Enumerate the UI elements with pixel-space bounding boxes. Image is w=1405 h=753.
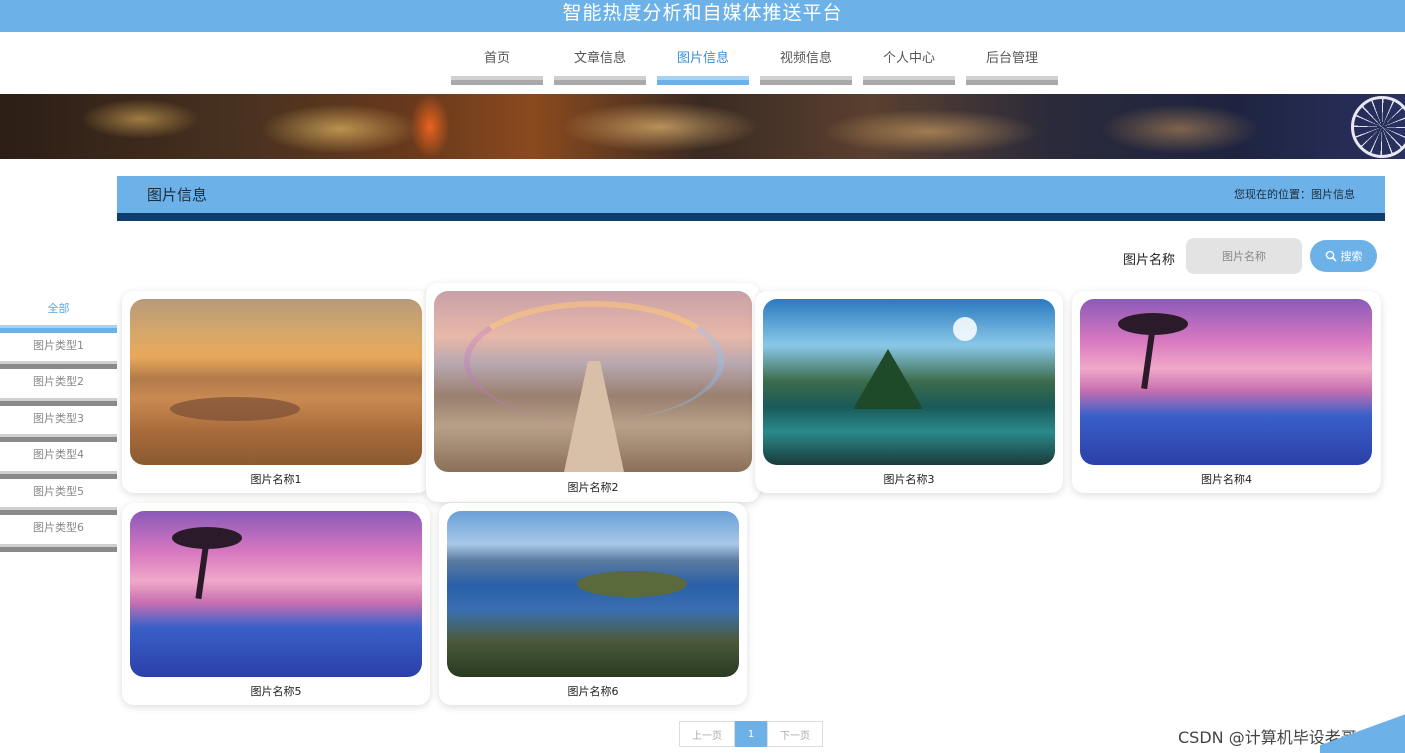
nav-item-images[interactable]: 图片信息 bbox=[657, 40, 749, 85]
banner-light bbox=[820, 109, 1040, 154]
search-button-label: 搜索 bbox=[1340, 250, 1363, 263]
search-button[interactable]: 搜索 bbox=[1310, 240, 1377, 272]
nav-item-label: 个人中心 bbox=[882, 51, 935, 66]
image-card-label: 图片名称3 bbox=[883, 473, 935, 486]
section-title: 图片信息 bbox=[147, 186, 208, 204]
palm-leaves-shape bbox=[172, 527, 242, 549]
sidebar-item-label: 图片类型4 bbox=[33, 448, 84, 461]
nav-item-videos[interactable]: 视频信息 bbox=[760, 40, 852, 85]
sidebar-item-underline bbox=[0, 324, 117, 333]
page-number-current[interactable]: 1 bbox=[735, 721, 767, 747]
sidebar-item-type-4[interactable]: 图片类型4 bbox=[0, 442, 117, 479]
search-label: 图片名称 bbox=[1123, 253, 1176, 268]
image-card[interactable]: 图片名称6 bbox=[439, 503, 747, 705]
nav-item-underline bbox=[451, 76, 543, 85]
nav-item-admin[interactable]: 后台管理 bbox=[966, 40, 1058, 85]
sidebar-item-type-5[interactable]: 图片类型5 bbox=[0, 479, 117, 515]
category-sidebar: 全部 图片类型1 图片类型2 图片类型3 图片类型4 图片类型5 图片类型6 bbox=[0, 296, 117, 552]
city-night-banner bbox=[0, 94, 1405, 159]
nav-item-underline bbox=[966, 76, 1058, 85]
image-card[interactable]: 图片名称4 bbox=[1072, 291, 1381, 493]
sidebar-item-type-3[interactable]: 图片类型3 bbox=[0, 406, 117, 442]
sidebar-item-underline bbox=[0, 543, 117, 552]
search-icon bbox=[1325, 250, 1337, 262]
nav-item-label: 首页 bbox=[483, 51, 510, 66]
palm-leaves-shape bbox=[1118, 313, 1188, 335]
image-card-label: 图片名称5 bbox=[250, 685, 302, 698]
sidebar-item-underline bbox=[0, 507, 117, 515]
nav-item-profile[interactable]: 个人中心 bbox=[863, 40, 955, 85]
image-card[interactable]: 图片名称2 bbox=[426, 283, 760, 502]
sidebar-item-all[interactable]: 全部 bbox=[0, 296, 117, 333]
nav-item-home[interactable]: 首页 bbox=[451, 40, 543, 85]
image-card[interactable]: 图片名称1 bbox=[122, 291, 430, 493]
nav-item-label: 视频信息 bbox=[779, 51, 832, 66]
next-page-button[interactable]: 下一页 bbox=[767, 721, 823, 747]
image-card[interactable]: 图片名称3 bbox=[755, 291, 1063, 493]
island-shape bbox=[577, 571, 687, 597]
nav-item-label: 后台管理 bbox=[985, 51, 1038, 66]
sidebar-item-label: 图片类型2 bbox=[33, 375, 84, 388]
prev-page-button[interactable]: 上一页 bbox=[679, 721, 735, 747]
banner-light bbox=[80, 99, 200, 139]
nav-item-label: 图片信息 bbox=[676, 51, 729, 66]
nav-item-underline bbox=[657, 76, 749, 85]
sidebar-item-type-6[interactable]: 图片类型6 bbox=[0, 515, 117, 552]
ferris-wheel-icon bbox=[1351, 96, 1405, 158]
pagination: 上一页 1 下一页 bbox=[679, 721, 823, 747]
tree-island-shape bbox=[853, 349, 923, 409]
image-thumbnail-sunset-clouds bbox=[130, 299, 422, 465]
site-title: 智能热度分析和自媒体推送平台 bbox=[562, 2, 843, 24]
image-thumbnail-palm-sunset-pool bbox=[1080, 299, 1372, 465]
image-card[interactable]: 图片名称5 bbox=[122, 503, 430, 705]
title-bar: 智能热度分析和自媒体推送平台 bbox=[0, 0, 1405, 32]
image-thumbnail-palm-sunset-pool bbox=[130, 511, 422, 677]
nav-item-underline bbox=[554, 76, 646, 85]
sidebar-item-label: 图片类型6 bbox=[33, 521, 84, 534]
image-card-label: 图片名称1 bbox=[250, 473, 302, 486]
nav-item-underline bbox=[863, 76, 955, 85]
nav-item-underline bbox=[760, 76, 852, 85]
banner-light bbox=[1100, 104, 1260, 154]
sidebar-item-label: 图片类型5 bbox=[33, 484, 84, 498]
sidebar-item-underline bbox=[0, 434, 117, 442]
cloud-shape bbox=[170, 397, 300, 421]
nav-item-articles[interactable]: 文章信息 bbox=[554, 40, 646, 85]
sidebar-item-label: 全部 bbox=[47, 302, 70, 315]
banner-light bbox=[560, 102, 760, 152]
image-card-label: 图片名称4 bbox=[1201, 473, 1252, 486]
sidebar-item-underline bbox=[0, 470, 117, 479]
section-header: 图片信息 您现在的位置：图片信息 bbox=[117, 176, 1385, 221]
sidebar-item-underline bbox=[0, 361, 117, 369]
search-input[interactable] bbox=[1186, 238, 1302, 274]
image-thumbnail-lake-island bbox=[447, 511, 739, 677]
sun-shape bbox=[953, 317, 977, 341]
sidebar-item-type-1[interactable]: 图片类型1 bbox=[0, 333, 117, 369]
banner-light bbox=[410, 94, 450, 159]
banner-light bbox=[260, 104, 420, 154]
image-card-label: 图片名称6 bbox=[567, 685, 619, 698]
image-thumbnail-mountain-lake bbox=[763, 299, 1055, 465]
nav-item-label: 文章信息 bbox=[573, 51, 626, 66]
corner-decoration bbox=[1320, 713, 1405, 753]
sidebar-item-type-2[interactable]: 图片类型2 bbox=[0, 369, 117, 406]
image-card-label: 图片名称2 bbox=[567, 481, 619, 494]
sidebar-item-label: 图片类型3 bbox=[33, 411, 84, 425]
image-thumbnail-rainbow-path bbox=[434, 291, 752, 472]
sidebar-item-underline bbox=[0, 397, 117, 406]
sidebar-item-label: 图片类型1 bbox=[33, 338, 84, 352]
breadcrumb: 您现在的位置：图片信息 bbox=[1234, 188, 1355, 201]
main-nav: 首页 文章信息 图片信息 视频信息 个人中心 后台管理 bbox=[451, 40, 1058, 86]
